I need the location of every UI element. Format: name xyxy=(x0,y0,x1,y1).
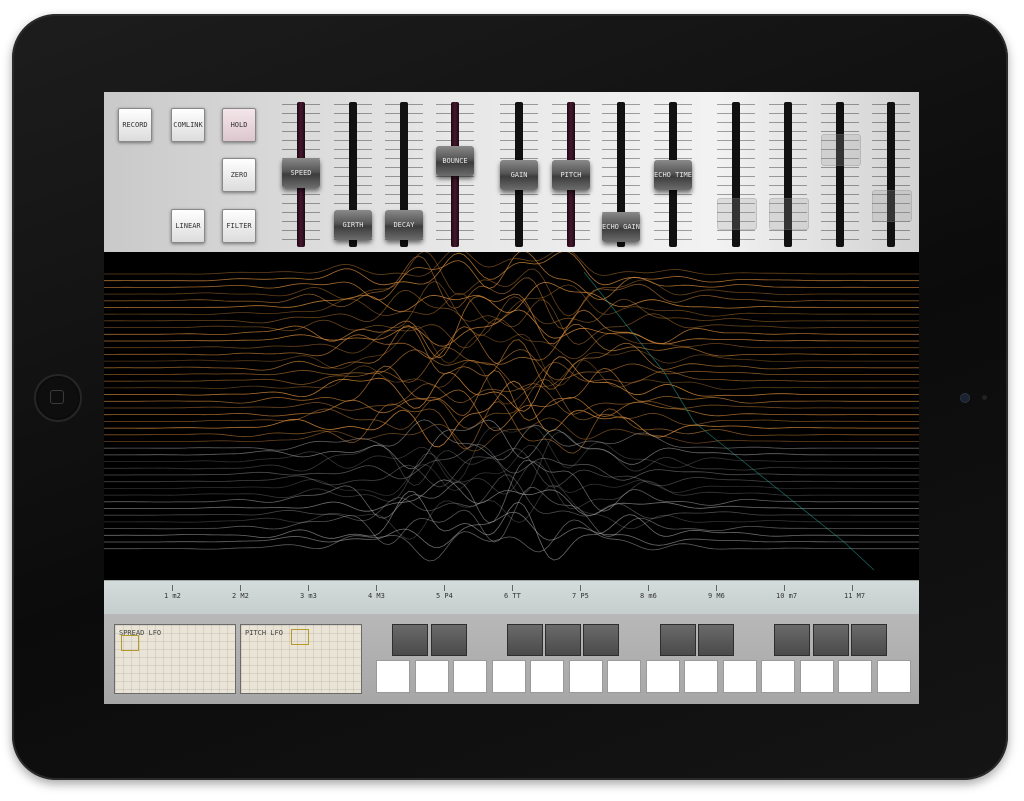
echo-time-slider-knob[interactable]: ECHO TIME xyxy=(654,160,692,190)
piano-white-key[interactable] xyxy=(799,660,834,693)
ruler-tick xyxy=(580,585,581,591)
piano-white-key[interactable] xyxy=(876,660,911,693)
waveform-line xyxy=(104,417,919,452)
waveform-line xyxy=(104,255,919,330)
piano-white-key[interactable] xyxy=(761,660,795,693)
ruler-interval-label: 3 m3 xyxy=(300,592,317,600)
waveform-line xyxy=(104,323,919,365)
pitch-lfo-label: PITCH LFO xyxy=(245,629,283,637)
zero-button[interactable]: ZERO xyxy=(222,158,256,192)
ruler-tick xyxy=(784,585,785,591)
inactive-slider-knob xyxy=(717,198,757,230)
filter-button[interactable]: FILTER xyxy=(222,209,256,243)
hold-button[interactable]: HOLD xyxy=(222,108,256,142)
waveform-line xyxy=(104,356,919,412)
inactive-slider-track xyxy=(887,102,895,247)
ruler-interval-label: 1 m2 xyxy=(164,592,181,600)
ruler-interval-label: 6 TT xyxy=(504,592,521,600)
app-screen: RECORD COMLINK HOLD ZERO LINEAR FILTER S… xyxy=(104,92,919,704)
comlink-button[interactable]: COMLINK xyxy=(171,108,205,142)
piano-black-key[interactable] xyxy=(698,624,734,656)
camera-icon xyxy=(960,393,970,403)
piano-white-key[interactable] xyxy=(453,660,487,693)
waveform-display[interactable] xyxy=(104,252,919,577)
bounce-slider-knob[interactable]: BOUNCE xyxy=(436,146,474,176)
ruler-tick xyxy=(376,585,377,591)
gain-slider-knob[interactable]: GAIN xyxy=(500,160,538,190)
inactive-slider-knob xyxy=(872,190,912,222)
piano-black-key[interactable] xyxy=(813,624,849,656)
waveform-line xyxy=(104,325,919,387)
ruler-interval-label: 10 m7 xyxy=(776,592,798,600)
ruler-interval-label: 7 P5 xyxy=(572,592,589,600)
ruler-interval-label: 8 m6 xyxy=(640,592,657,600)
ruler-interval-label: 9 M6 xyxy=(708,592,725,600)
inactive-slider-knob xyxy=(821,134,861,166)
piano-white-key[interactable] xyxy=(530,660,564,693)
piano-white-key[interactable] xyxy=(491,660,526,693)
piano-white-key[interactable] xyxy=(722,660,757,693)
inactive-slider-track xyxy=(836,102,844,247)
ruler-tick xyxy=(648,585,649,591)
waveform-line xyxy=(104,378,919,430)
ruler-interval-label: 4 M3 xyxy=(368,592,385,600)
waveform-line xyxy=(104,280,919,345)
sensor-dot xyxy=(982,395,987,400)
piano-black-key[interactable] xyxy=(545,624,581,656)
lfo-cursor-icon[interactable] xyxy=(291,629,309,645)
linear-button[interactable]: LINEAR xyxy=(171,209,205,243)
piano-black-key[interactable] xyxy=(774,624,810,656)
record-button[interactable]: RECORD xyxy=(118,108,152,142)
ruler-tick xyxy=(852,585,853,591)
piano-white-key[interactable] xyxy=(684,660,718,693)
waveform-line xyxy=(104,325,919,390)
waveform-line xyxy=(104,459,919,524)
keyboard-area: SPREAD LFO PITCH LFO xyxy=(104,614,919,704)
inactive-slider-knob xyxy=(769,198,809,230)
home-icon xyxy=(50,390,64,404)
decay-slider-knob[interactable]: DECAY xyxy=(385,210,423,240)
pitch-lfo-pad[interactable]: PITCH LFO xyxy=(240,624,362,694)
interval-ruler[interactable]: 1 m2 2 M2 3 m3 4 M3 5 P4 6 TT 7 P5 8 m6 9 M6 10 m… xyxy=(104,580,919,615)
piano-white-key[interactable] xyxy=(568,660,603,693)
piano-black-key[interactable] xyxy=(431,624,467,656)
speed-slider-knob[interactable]: SPEED xyxy=(282,158,320,188)
waveform-line xyxy=(104,289,919,336)
waveform-line xyxy=(104,444,919,496)
girth-slider-knob[interactable]: GIRTH xyxy=(334,210,372,240)
ruler-tick xyxy=(716,585,717,591)
home-button[interactable] xyxy=(34,374,82,422)
waveform-line xyxy=(104,284,919,325)
spread-lfo-pad[interactable]: SPREAD LFO xyxy=(114,624,236,694)
ruler-interval-label: 11 M7 xyxy=(844,592,866,600)
piano-black-key[interactable] xyxy=(507,624,543,656)
pitch-slider-knob[interactable]: PITCH xyxy=(552,160,590,190)
piano-black-key[interactable] xyxy=(583,624,619,656)
piano-black-key[interactable] xyxy=(392,624,428,656)
piano-white-key[interactable] xyxy=(838,660,872,693)
ruler-tick xyxy=(240,585,241,591)
piano-white-key[interactable] xyxy=(645,660,680,693)
waveform-line xyxy=(104,252,919,286)
waveform-line xyxy=(104,252,919,277)
ruler-tick xyxy=(444,585,445,591)
waveform-line xyxy=(104,486,919,546)
ruler-interval-label: 2 M2 xyxy=(232,592,249,600)
piano-black-key[interactable] xyxy=(660,624,696,656)
waveform-line xyxy=(104,479,919,516)
piano-white-key[interactable] xyxy=(376,660,410,693)
waveform-line xyxy=(104,519,919,562)
waveform-line xyxy=(104,443,919,481)
ruler-interval-label: 5 P4 xyxy=(436,592,453,600)
control-panel: RECORD COMLINK HOLD ZERO LINEAR FILTER S… xyxy=(104,92,919,252)
piano-black-key[interactable] xyxy=(851,624,887,656)
lfo-cursor-icon[interactable] xyxy=(121,635,139,651)
ruler-tick xyxy=(172,585,173,591)
echo-gain-slider-knob[interactable]: ECHO GAIN xyxy=(602,212,640,242)
ruler-tick xyxy=(308,585,309,591)
ruler-tick xyxy=(512,585,513,591)
piano-white-key[interactable] xyxy=(607,660,641,693)
piano-white-key[interactable] xyxy=(414,660,449,693)
